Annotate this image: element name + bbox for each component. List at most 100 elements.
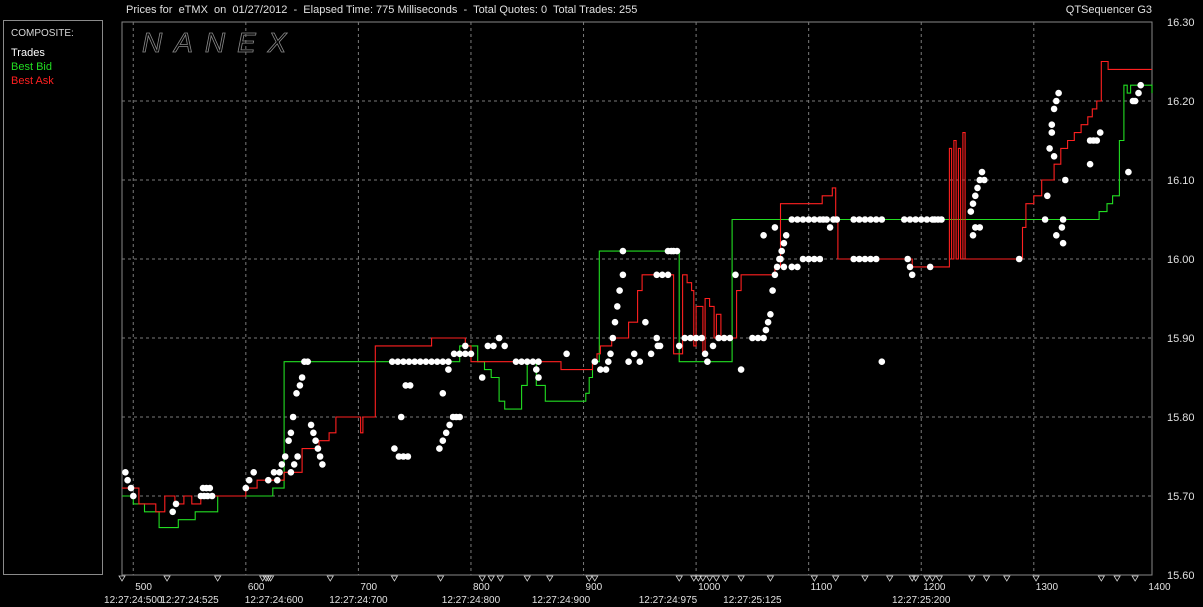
trade-point [208, 492, 216, 500]
trade-point [285, 437, 292, 445]
time-marker [831, 575, 840, 582]
trade-point [523, 358, 531, 366]
trade-point [704, 358, 711, 366]
trade-point [314, 445, 322, 452]
time-marker [213, 575, 222, 582]
trade-point [904, 255, 911, 263]
trade-point [1059, 239, 1067, 247]
trade-point [901, 216, 908, 223]
trade-point [250, 469, 257, 476]
trade-point [242, 484, 250, 492]
price-chart: NANEX 15.60 15.70 15.80 15.90 16.00 16.10 16.2… [104, 17, 1195, 606]
time-marker [585, 575, 593, 582]
y-tick-label: 16.10 [1167, 175, 1195, 187]
trade-point [495, 334, 503, 342]
trade-point [281, 453, 289, 460]
nanex-watermark: NANEX [142, 27, 298, 58]
trade-point [533, 366, 540, 373]
trade-point [310, 429, 317, 437]
time-marker [1131, 575, 1139, 582]
trade-point [404, 453, 412, 460]
trade-point [456, 413, 464, 421]
trade-point [760, 334, 767, 342]
trade-point [1046, 145, 1053, 152]
trade-point [878, 358, 886, 366]
trade-point [653, 334, 660, 342]
trade-point [290, 461, 298, 468]
trade-point [1044, 192, 1051, 200]
trade-point [127, 484, 135, 492]
trade-point [878, 216, 886, 223]
trade-point [535, 374, 542, 381]
trade-point [981, 176, 988, 184]
trade-point [681, 334, 689, 342]
trade-point [823, 216, 830, 223]
trade-point [1015, 255, 1023, 263]
trade-point [535, 358, 542, 366]
trade-point [701, 350, 709, 358]
trade-point [917, 216, 925, 223]
trade-point [732, 271, 739, 279]
time-marker [982, 575, 991, 582]
trade-point [1062, 176, 1069, 184]
trade-point [777, 255, 784, 263]
trade-point [969, 200, 977, 207]
trade-point [605, 358, 612, 366]
trade-point [274, 476, 281, 484]
plot-area [121, 21, 1153, 576]
time-marker [523, 575, 531, 582]
trade-point [304, 358, 312, 366]
trade-point [1041, 216, 1049, 223]
time-marker [923, 575, 931, 582]
trade-point [442, 429, 450, 437]
trade-point [484, 342, 492, 350]
time-marker [968, 575, 976, 582]
trade-point [1086, 160, 1094, 168]
trade-point [298, 374, 306, 381]
y-tick-label: 16.30 [1167, 17, 1195, 29]
trade-point [630, 350, 638, 358]
trade-point [769, 287, 776, 294]
x-tick-label: 1300 [1036, 582, 1059, 593]
trade-point [172, 500, 180, 508]
x-tick-label: 900 [586, 582, 603, 593]
trade-point [319, 461, 326, 468]
trade-point [436, 445, 443, 452]
trade-point [278, 461, 286, 468]
trade-point [294, 453, 301, 460]
trade-point [619, 271, 627, 279]
trade-point [1048, 129, 1056, 136]
time-label: 12:27:24:500 [104, 595, 163, 606]
time-label: 12:27:24:800 [442, 595, 501, 606]
trade-point [169, 508, 176, 516]
time-label: 12:27:24:700 [329, 595, 388, 606]
trade-point [737, 366, 745, 373]
time-marker [478, 575, 486, 582]
trade-point [293, 390, 300, 397]
trade-point [206, 484, 214, 492]
trade-point [647, 350, 655, 358]
trade-point [675, 342, 683, 350]
trade-point [659, 271, 666, 279]
time-marker [721, 575, 730, 582]
y-tick-label: 15.90 [1167, 333, 1195, 345]
trade-point [771, 224, 779, 231]
trade-point [642, 318, 649, 326]
trade-point [445, 358, 452, 366]
trade-point [287, 429, 295, 437]
trade-point [1053, 97, 1060, 105]
trade-point [906, 263, 914, 271]
trade-point [276, 469, 283, 476]
time-marker [675, 575, 683, 582]
trade-point [265, 476, 272, 484]
trade-point [1050, 105, 1058, 113]
time-marker [1003, 575, 1011, 582]
trade-point [794, 263, 801, 271]
trade-point [467, 350, 475, 358]
trade-point [636, 358, 644, 366]
trade-point [726, 334, 734, 342]
trade-point [607, 350, 614, 358]
trade-point [974, 184, 981, 192]
time-marker [766, 575, 775, 582]
trade-point [782, 232, 790, 239]
